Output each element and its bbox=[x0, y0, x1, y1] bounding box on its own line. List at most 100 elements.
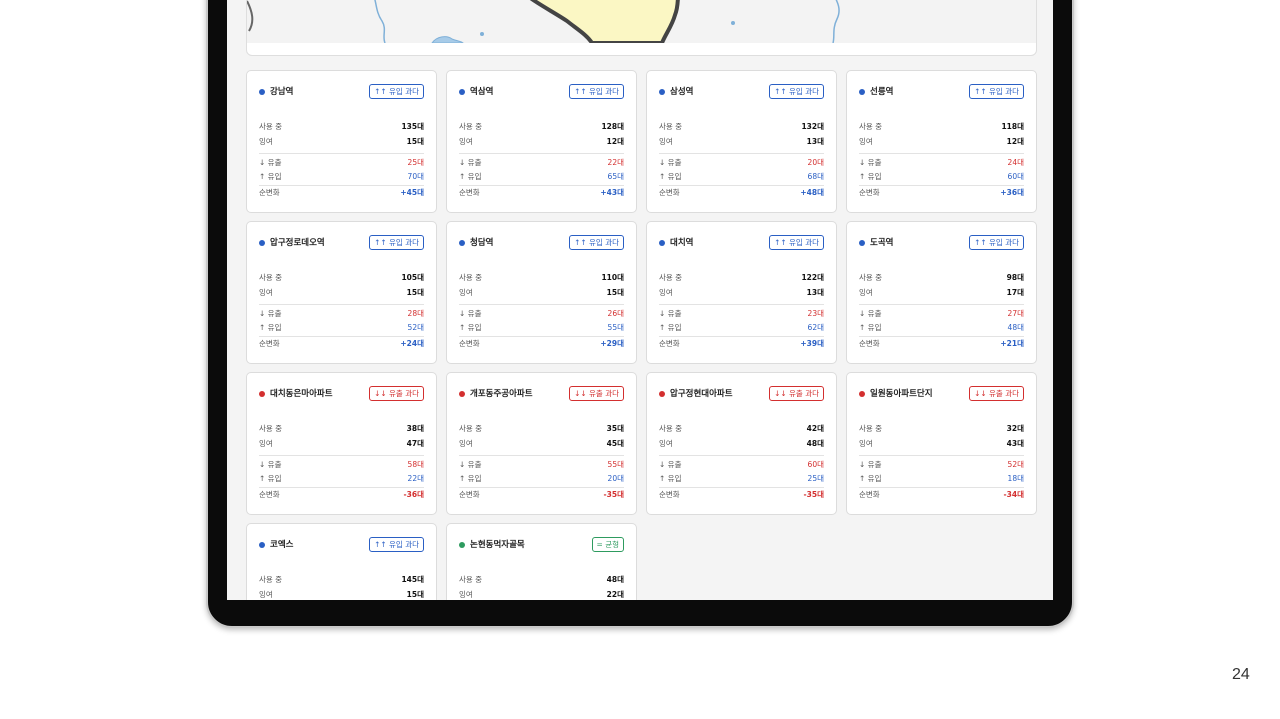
in-use-value: 48대 bbox=[606, 575, 624, 584]
station-card-header: 논현동먹자골목 = 균형 bbox=[459, 537, 624, 553]
divider bbox=[659, 336, 824, 337]
station-card[interactable]: 삼성역 ↑↑ 유입 과다 사용 중 132대 잉여 13대 ↓ 유출 20대 ↑ 유입 68대 순변… bbox=[646, 70, 837, 213]
status-badge: ↑↑ 유입 과다 bbox=[369, 84, 424, 99]
outflow-row: ↓ 유출 60대 bbox=[659, 459, 824, 471]
divider bbox=[659, 153, 824, 154]
station-card[interactable]: 대치역 ↑↑ 유입 과다 사용 중 122대 잉여 13대 ↓ 유출 23대 ↑ 유입 62대 순변… bbox=[646, 221, 837, 364]
station-card[interactable]: 강남역 ↑↑ 유입 과다 사용 중 135대 잉여 15대 ↓ 유출 25대 ↑ 유입 70대 순변… bbox=[246, 70, 437, 213]
in-use-label: 사용 중 bbox=[859, 424, 883, 433]
net-label: 순변화 bbox=[459, 339, 480, 348]
outflow-label: ↓ 유출 bbox=[259, 158, 282, 167]
spare-label: 잉여 bbox=[659, 439, 673, 448]
net-row: 순변화 +21대 bbox=[859, 338, 1024, 350]
outflow-label: ↓ 유출 bbox=[859, 158, 882, 167]
inflow-label: ↑ 유입 bbox=[859, 474, 882, 483]
map[interactable] bbox=[247, 0, 1036, 45]
station-card[interactable]: 코엑스 ↑↑ 유입 과다 사용 중 145대 잉여 15대 bbox=[246, 523, 437, 600]
net-row: 순변화 +45대 bbox=[259, 187, 424, 199]
outflow-label: ↓ 유출 bbox=[659, 309, 682, 318]
outflow-row: ↓ 유출 55대 bbox=[459, 459, 624, 471]
station-name: 논현동먹자골목 bbox=[470, 540, 525, 550]
station-name: 대치역 bbox=[670, 238, 694, 248]
in-use-value: 38대 bbox=[406, 424, 424, 433]
outflow-value: 20대 bbox=[807, 158, 824, 167]
net-label: 순변화 bbox=[259, 339, 280, 348]
inflow-value: 18대 bbox=[1007, 474, 1024, 483]
station-name: 대치동은마아파트 bbox=[270, 389, 333, 399]
status-badge: ↑↑ 유입 과다 bbox=[369, 235, 424, 250]
spare-row: 잉여 15대 bbox=[459, 287, 624, 299]
inflow-row: ↑ 유입 60대 bbox=[859, 171, 1024, 183]
outflow-row: ↓ 유출 20대 bbox=[659, 157, 824, 169]
divider bbox=[859, 336, 1024, 337]
station-card[interactable]: 압구정로데오역 ↑↑ 유입 과다 사용 중 105대 잉여 15대 ↓ 유출 28대 ↑ 유입 5… bbox=[246, 221, 437, 364]
station-card[interactable]: 대치동은마아파트 ↓↓ 유출 과다 사용 중 38대 잉여 47대 ↓ 유출 58대 ↑ 유입 2… bbox=[246, 372, 437, 515]
station-card[interactable]: 역삼역 ↑↑ 유입 과다 사용 중 128대 잉여 12대 ↓ 유출 22대 ↑ 유입 65대 순변… bbox=[446, 70, 637, 213]
in-use-label: 사용 중 bbox=[259, 575, 283, 584]
net-label: 순변화 bbox=[259, 490, 280, 499]
in-use-label: 사용 중 bbox=[259, 122, 283, 131]
status-badge: ↑↑ 유입 과다 bbox=[569, 235, 624, 250]
station-card[interactable]: 도곡역 ↑↑ 유입 과다 사용 중 98대 잉여 17대 ↓ 유출 27대 ↑ 유입 48대 순변화… bbox=[846, 221, 1037, 364]
inflow-row: ↑ 유입 70대 bbox=[259, 171, 424, 183]
spare-value: 17대 bbox=[1006, 288, 1024, 297]
net-value: -36대 bbox=[403, 490, 424, 499]
station-name: 청담역 bbox=[470, 238, 494, 248]
station-card[interactable]: 일원동아파트단지 ↓↓ 유출 과다 사용 중 32대 잉여 43대 ↓ 유출 52대 ↑ 유입 1… bbox=[846, 372, 1037, 515]
station-card[interactable]: 압구정현대아파트 ↓↓ 유출 과다 사용 중 42대 잉여 48대 ↓ 유출 60대 ↑ 유입 2… bbox=[646, 372, 837, 515]
net-label: 순변화 bbox=[259, 188, 280, 197]
net-label: 순변화 bbox=[659, 490, 680, 499]
spare-value: 15대 bbox=[406, 590, 424, 599]
inflow-value: 48대 bbox=[1007, 323, 1024, 332]
in-use-label: 사용 중 bbox=[259, 424, 283, 433]
spare-label: 잉여 bbox=[859, 137, 873, 146]
outflow-value: 60대 bbox=[807, 460, 824, 469]
net-value: +21대 bbox=[1000, 339, 1024, 348]
inflow-row: ↑ 유입 22대 bbox=[259, 473, 424, 485]
net-row: 순변화 -34대 bbox=[859, 489, 1024, 501]
spare-row: 잉여 15대 bbox=[259, 287, 424, 299]
inflow-value: 60대 bbox=[1007, 172, 1024, 181]
in-use-value: 98대 bbox=[1006, 273, 1024, 282]
inflow-row: ↑ 유입 25대 bbox=[659, 473, 824, 485]
inflow-label: ↑ 유입 bbox=[459, 172, 482, 181]
inflow-value: 68대 bbox=[807, 172, 824, 181]
spare-row: 잉여 22대 bbox=[459, 589, 624, 600]
outflow-value: 55대 bbox=[607, 460, 624, 469]
station-card[interactable]: 논현동먹자골목 = 균형사용 중 48대잉여 22대 bbox=[446, 523, 637, 600]
net-value: -34대 bbox=[1003, 490, 1024, 499]
status-badge: ↓↓ 유출 과다 bbox=[369, 386, 424, 401]
in-use-label: 사용 중 bbox=[259, 273, 283, 282]
station-name: 개포동주공아파트 bbox=[470, 389, 533, 399]
inflow-value: 52대 bbox=[407, 323, 424, 332]
in-use-row: 사용 중 128대 bbox=[459, 121, 624, 133]
net-row: 순변화 -35대 bbox=[459, 489, 624, 501]
spare-label: 잉여 bbox=[259, 288, 273, 297]
divider bbox=[459, 487, 624, 488]
net-row: 순변화 -35대 bbox=[659, 489, 824, 501]
net-row: 순변화 +36대 bbox=[859, 187, 1024, 199]
in-use-value: 118대 bbox=[1001, 122, 1024, 131]
spare-value: 15대 bbox=[406, 288, 424, 297]
net-row: 순변화 +29대 bbox=[459, 338, 624, 350]
outflow-value: 22대 bbox=[607, 158, 624, 167]
in-use-label: 사용 중 bbox=[459, 575, 483, 584]
divider bbox=[659, 487, 824, 488]
spare-value: 12대 bbox=[606, 137, 624, 146]
station-card[interactable]: 개포동주공아파트 ↓↓ 유출 과다 사용 중 35대 잉여 45대 ↓ 유출 55대 ↑ 유입 2… bbox=[446, 372, 637, 515]
spare-row: 잉여 15대 bbox=[259, 136, 424, 148]
spare-label: 잉여 bbox=[259, 137, 273, 146]
inflow-value: 20대 bbox=[607, 474, 624, 483]
station-name: 압구정현대아파트 bbox=[670, 389, 733, 399]
inflow-label: ↑ 유입 bbox=[459, 474, 482, 483]
net-value: +39대 bbox=[800, 339, 824, 348]
station-name: 일원동아파트단지 bbox=[870, 389, 933, 399]
in-use-row: 사용 중 145대 bbox=[259, 574, 424, 586]
station-card-header: 코엑스 ↑↑ 유입 과다 bbox=[259, 537, 424, 553]
station-name: 강남역 bbox=[270, 87, 294, 97]
station-card[interactable]: 선릉역 ↑↑ 유입 과다 사용 중 118대 잉여 12대 ↓ 유출 24대 ↑ 유입 60대 순변… bbox=[846, 70, 1037, 213]
net-value: +36대 bbox=[1000, 188, 1024, 197]
spare-row: 잉여 17대 bbox=[859, 287, 1024, 299]
station-card[interactable]: 청담역 ↑↑ 유입 과다 사용 중 110대 잉여 15대 ↓ 유출 26대 ↑ 유입 55대 순변… bbox=[446, 221, 637, 364]
status-dot-icon bbox=[459, 542, 465, 548]
